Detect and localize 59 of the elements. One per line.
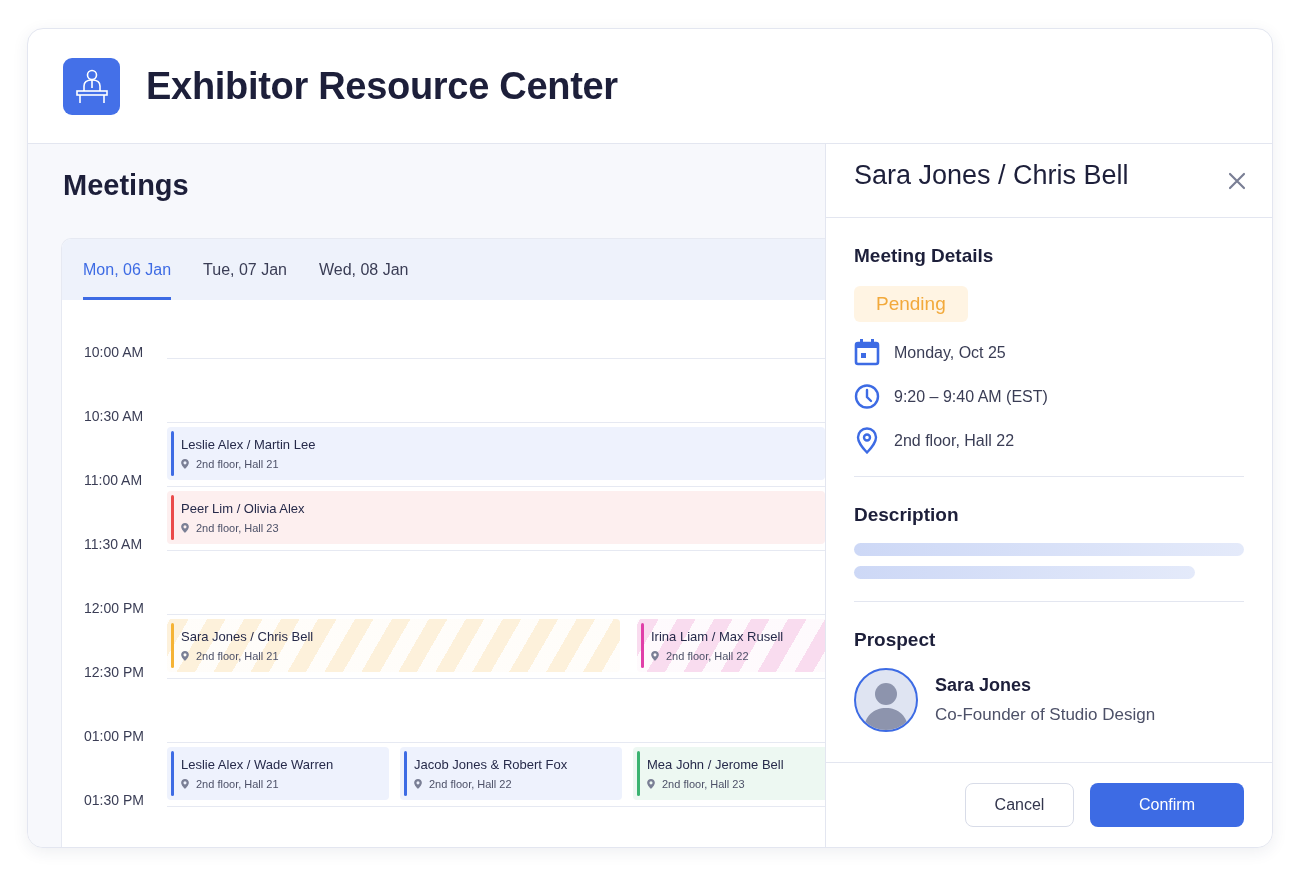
meeting-location: 2nd floor, Hall 21 bbox=[196, 650, 279, 662]
status-badge: Pending bbox=[854, 286, 968, 322]
close-icon[interactable] bbox=[1228, 171, 1246, 190]
meeting-card[interactable]: Mea John / Jerome Bell 2nd floor, Hall 23 bbox=[633, 747, 825, 800]
time-label: 10:00 AM bbox=[83, 343, 145, 362]
meeting-title: Sara Jones / Chris Bell bbox=[181, 629, 314, 644]
day-tab[interactable]: Mon, 06 Jan bbox=[83, 239, 172, 300]
location-pin-icon bbox=[647, 779, 655, 789]
meeting-card[interactable]: Leslie Alex / Wade Warren 2nd floor, Hall 21 bbox=[167, 747, 389, 800]
time-label: 01:00 PM bbox=[83, 727, 145, 746]
exhibitor-desk-logo bbox=[63, 57, 120, 115]
meeting-location: 2nd floor, Hall 22 bbox=[429, 778, 512, 790]
page-title: Meetings bbox=[62, 168, 190, 203]
meeting-title: Leslie Alex / Martin Lee bbox=[181, 437, 316, 452]
location-pin-icon bbox=[181, 523, 189, 533]
meeting-location: 2nd floor, Hall 21 bbox=[196, 458, 279, 470]
meeting-card[interactable]: Leslie Alex / Martin Lee 2nd floor, Hall 21 bbox=[167, 427, 825, 480]
prospect-name: Sara Jones bbox=[935, 675, 1033, 696]
section-heading: Prospect bbox=[854, 628, 937, 652]
meeting-title: Jacob Jones & Robert Fox bbox=[414, 757, 568, 772]
time-label: 01:30 PM bbox=[83, 791, 145, 810]
time-label: 10:30 AM bbox=[83, 407, 145, 426]
meeting-card[interactable]: Irina Liam / Max Rusell 2nd floor, Hall 22 bbox=[637, 619, 825, 672]
clock-icon bbox=[854, 383, 880, 410]
section-heading: Meeting Details bbox=[854, 244, 995, 268]
meeting-location: 2nd floor, Hall 23 bbox=[196, 522, 279, 534]
time-label: 12:30 PM bbox=[83, 663, 145, 682]
meeting-location: 2nd floor, Hall 23 bbox=[662, 778, 745, 790]
detail-title: Sara Jones / Chris Bell bbox=[854, 160, 1129, 191]
location-pin-icon bbox=[181, 651, 189, 661]
meeting-title: Mea John / Jerome Bell bbox=[647, 757, 784, 772]
meeting-location: 2nd floor, Hall 21 bbox=[196, 778, 279, 790]
location-pin-icon bbox=[854, 427, 880, 454]
detail-text: Monday, Oct 25 bbox=[894, 343, 1006, 362]
location-pin-icon bbox=[181, 459, 189, 469]
meeting-card[interactable]: Jacob Jones & Robert Fox 2nd floor, Hall 22 bbox=[400, 747, 622, 800]
meeting-card[interactable]: Peer Lim / Olivia Alex 2nd floor, Hall 23 bbox=[167, 491, 825, 544]
confirm-button[interactable]: Confirm bbox=[1090, 783, 1244, 827]
detail-text: 9:20 – 9:40 AM (EST) bbox=[894, 387, 1048, 406]
meeting-title: Peer Lim / Olivia Alex bbox=[181, 501, 305, 516]
location-pin-icon bbox=[181, 779, 189, 789]
meeting-title: Leslie Alex / Wade Warren bbox=[181, 757, 334, 772]
time-label: 11:30 AM bbox=[83, 535, 144, 554]
location-pin-icon bbox=[651, 651, 659, 661]
time-label: 12:00 PM bbox=[83, 599, 145, 618]
time-label: 11:00 AM bbox=[83, 471, 144, 490]
section-heading: Description bbox=[854, 503, 960, 527]
location-pin-icon bbox=[414, 779, 422, 789]
meeting-title: Irina Liam / Max Rusell bbox=[651, 629, 784, 644]
day-tab[interactable]: Tue, 07 Jan bbox=[203, 239, 287, 300]
meeting-card[interactable]: Sara Jones / Chris Bell 2nd floor, Hall 21 bbox=[167, 619, 620, 672]
calendar-icon bbox=[854, 339, 880, 366]
meeting-location: 2nd floor, Hall 22 bbox=[666, 650, 749, 662]
prospect-role: Co-Founder of Studio Design bbox=[935, 705, 1156, 725]
app-title: Exhibitor Resource Center bbox=[146, 64, 618, 108]
day-tab[interactable]: Wed, 08 Jan bbox=[318, 239, 409, 300]
avatar-silhouette bbox=[854, 668, 918, 732]
cancel-button[interactable]: Cancel bbox=[965, 783, 1074, 827]
detail-text: 2nd floor, Hall 22 bbox=[894, 431, 1015, 450]
